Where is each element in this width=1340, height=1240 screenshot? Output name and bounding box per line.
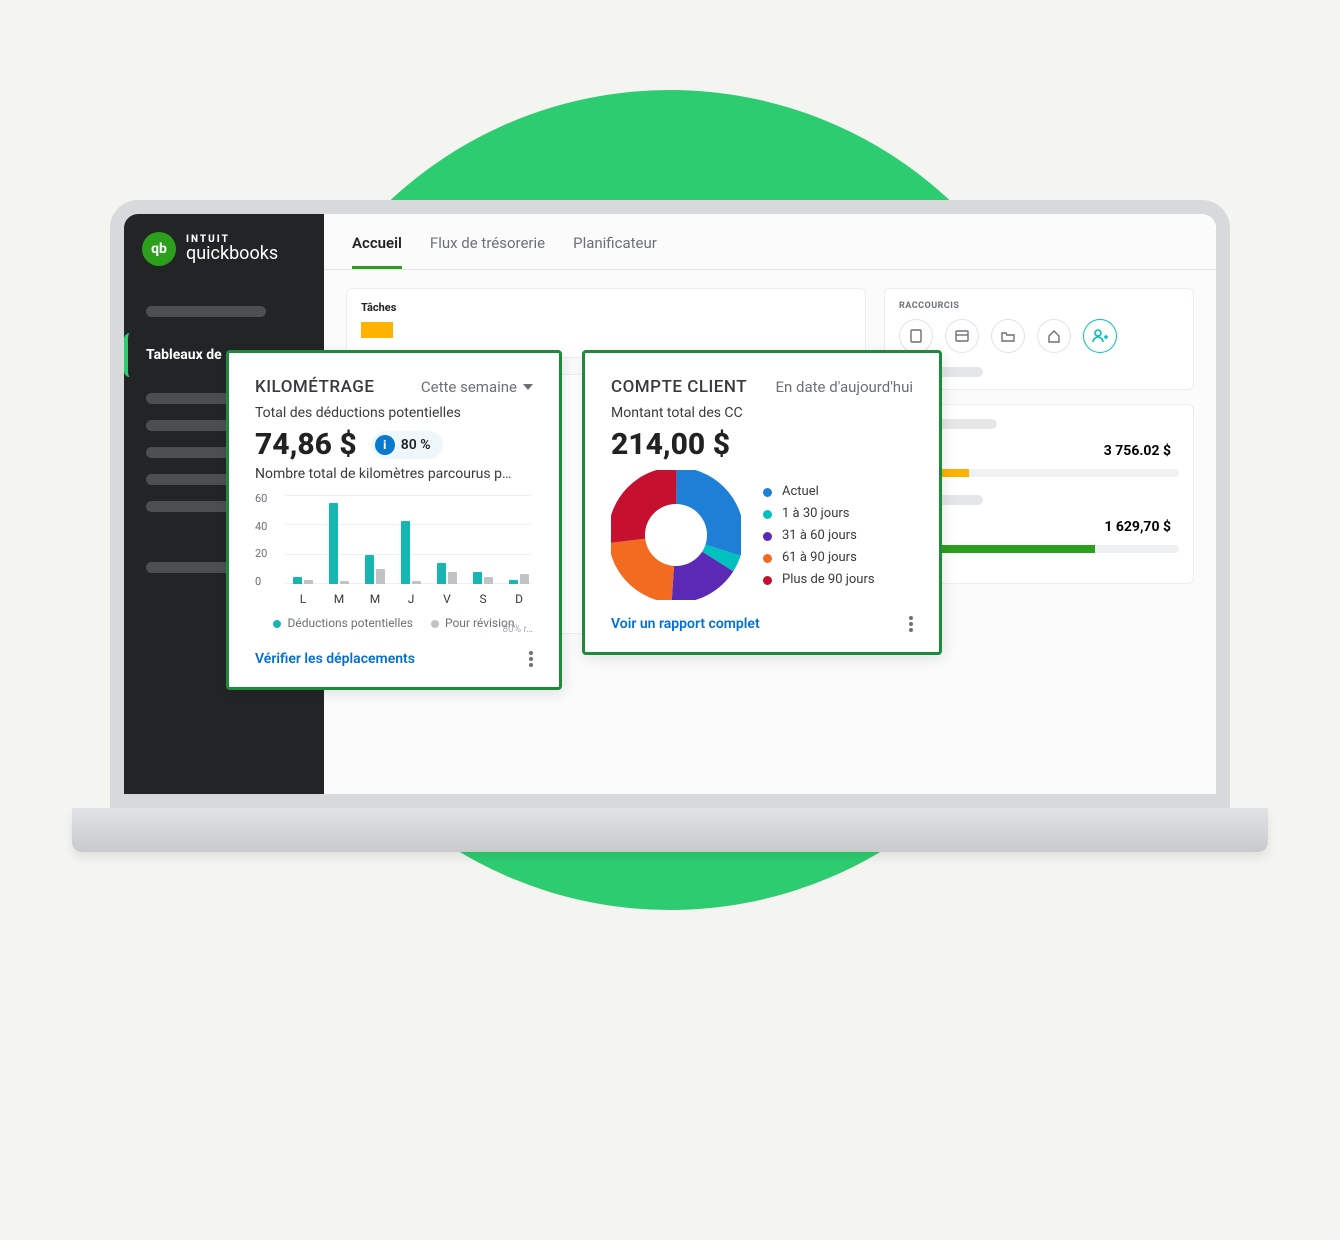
period-label: Cette semaine	[421, 378, 517, 396]
shortcut-icon[interactable]	[991, 319, 1025, 353]
legend-label: 31 à 60 jours	[782, 528, 857, 543]
brand-line2: quickbooks	[186, 245, 278, 263]
mileage-card: KILOMÉTRAGE Cette semaine Total des dédu…	[226, 350, 562, 690]
y-tick: 20	[255, 547, 279, 560]
sidebar-item-placeholder[interactable]	[146, 306, 266, 317]
x-tick: S	[469, 592, 497, 606]
bar-Déductions potentielles	[329, 503, 338, 584]
brand-logo[interactable]: qb INTUIT quickbooks	[124, 232, 324, 290]
bar-Pour révision	[448, 572, 457, 584]
legend-swatch	[763, 554, 772, 563]
x-tick: D	[505, 592, 533, 606]
tab-accueil[interactable]: Accueil	[352, 234, 402, 269]
shortcut-icon[interactable]	[1037, 319, 1071, 353]
x-tick: V	[433, 592, 461, 606]
chevron-down-icon	[523, 384, 533, 390]
bar-Pour révision	[304, 580, 313, 584]
task-badge	[361, 322, 393, 338]
legend-label: Plus de 90 jours	[782, 572, 875, 587]
legend-swatch	[763, 532, 772, 541]
ar-total-amount: 214,00 $	[611, 427, 730, 462]
legend-label: 61 à 90 jours	[782, 550, 857, 565]
sidebar-item-label: Tableaux de	[146, 347, 222, 363]
x-tick: M	[325, 592, 353, 606]
qb-badge-icon: qb	[142, 232, 176, 266]
brand-text: INTUIT quickbooks	[186, 235, 278, 263]
legend-row: 1 à 30 jours	[763, 506, 875, 521]
shortcut-add-user[interactable]	[1083, 319, 1117, 353]
bar-Pour révision	[376, 569, 385, 584]
laptop-base	[72, 808, 1268, 852]
x-tick: M	[361, 592, 389, 606]
user-plus-icon	[1091, 327, 1109, 345]
shortcut-icon[interactable]	[945, 319, 979, 353]
shortcuts-title: RACCOURCIS	[899, 301, 1179, 311]
bar-Déductions potentielles	[437, 563, 446, 584]
ar-title: COMPTE CLIENT	[611, 377, 747, 397]
legend-swatch	[763, 488, 772, 497]
folder-icon	[1000, 328, 1016, 344]
ar-card: COMPTE CLIENT En date d'aujourd'hui Mont…	[582, 350, 942, 655]
legend-row: 31 à 60 jours	[763, 528, 875, 543]
mileage-title: KILOMÉTRAGE	[255, 377, 374, 397]
info-icon: i	[375, 435, 395, 455]
mileage-subtitle: Total des déductions potentielles	[255, 405, 533, 421]
mileage-caption: Nombre total de kilomètres parcourus p…	[255, 466, 533, 482]
tasks-card: Tâches	[346, 288, 866, 358]
bar-Déductions potentielles	[473, 572, 482, 584]
legend-row: 61 à 90 jours	[763, 550, 875, 565]
ar-period-label: En date d'aujourd'hui	[776, 378, 914, 396]
bar-Pour révision	[340, 581, 349, 584]
legend-row: Actuel	[763, 484, 875, 499]
legend-label: Actuel	[782, 484, 819, 499]
legend-a: Déductions potentielles	[273, 616, 412, 630]
y-tick: 60	[255, 492, 279, 505]
mileage-period-picker[interactable]: Cette semaine	[421, 378, 533, 396]
tasks-title: Tâches	[361, 301, 851, 314]
doc-icon	[908, 328, 924, 344]
legend-swatch	[763, 510, 772, 519]
y-tick: 0	[255, 575, 279, 588]
tab-flux-tresorerie[interactable]: Flux de trésorerie	[430, 234, 545, 269]
legend-swatch	[763, 576, 772, 585]
tab-planificateur[interactable]: Planificateur	[573, 234, 657, 269]
mileage-total-amount: 74,86 $	[255, 427, 357, 462]
bar-Déductions potentielles	[293, 577, 302, 584]
bar-Déductions potentielles	[365, 555, 374, 584]
ar-subtitle: Montant total des CC	[611, 405, 913, 421]
bar-Pour révision	[520, 574, 529, 584]
y-tick: 40	[255, 520, 279, 533]
x-tick: L	[289, 592, 317, 606]
mileage-pct-chip: i 80 %	[371, 431, 443, 459]
x-tick: J	[397, 592, 425, 606]
more-menu-button[interactable]	[529, 649, 533, 669]
bar-Pour révision	[412, 581, 421, 584]
mileage-bar-chart: 0204060 LMMJVSD	[255, 496, 533, 606]
ar-donut-chart	[611, 470, 741, 600]
bar-Pour révision	[484, 577, 493, 584]
mileage-cta-link[interactable]: Vérifier les déplacements	[255, 651, 415, 667]
shortcut-icon[interactable]	[899, 319, 933, 353]
sidebar-item-placeholder[interactable]	[146, 562, 234, 573]
ar-legend: Actuel 1 à 30 jours 31 à 60 jours 61 à 90 j…	[763, 477, 875, 594]
pct-value: 80 %	[401, 437, 431, 453]
more-menu-button[interactable]	[909, 614, 913, 634]
home-icon	[1046, 328, 1062, 344]
table-icon	[954, 328, 970, 344]
legend-row: Plus de 90 jours	[763, 572, 875, 587]
legend-label: 1 à 30 jours	[782, 506, 849, 521]
bar-Déductions potentielles	[509, 580, 518, 584]
bar-Déductions potentielles	[401, 521, 410, 584]
ar-cta-link[interactable]: Voir un rapport complet	[611, 616, 760, 632]
main-tabs: Accueil Flux de trésorerie Planificateur	[324, 214, 1216, 270]
